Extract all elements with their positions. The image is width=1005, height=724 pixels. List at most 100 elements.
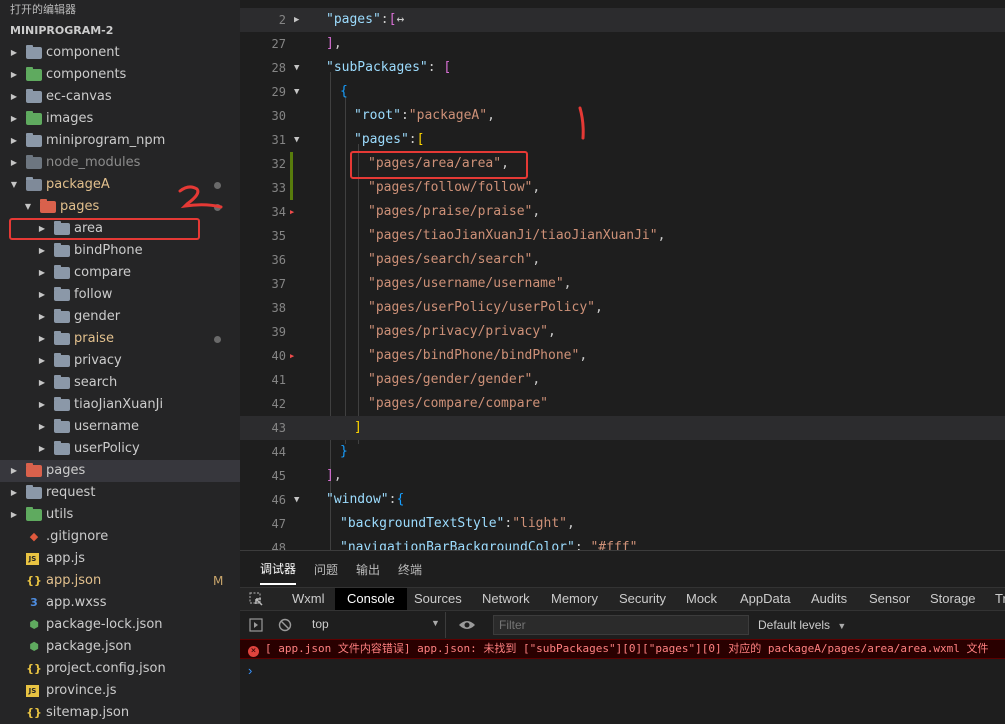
devtab-console[interactable]: Console	[335, 588, 407, 610]
tree-item-app-json[interactable]: {} app.json M	[0, 570, 240, 592]
chevron-right-icon[interactable]: ▶	[8, 482, 20, 504]
devtab-sources[interactable]: Sources	[414, 588, 462, 610]
chevron-right-icon[interactable]: ▶	[8, 152, 20, 174]
code-line[interactable]: 40 ▶ "pages/bindPhone/bindPhone",	[240, 344, 1005, 368]
inspect-icon[interactable]	[249, 592, 264, 607]
devtab-sensor[interactable]: Sensor	[869, 588, 910, 610]
code-line[interactable]: 43]	[240, 416, 1005, 440]
code-line[interactable]: 45],	[240, 464, 1005, 488]
chevron-right-icon[interactable]: ▶	[8, 108, 20, 130]
code-line[interactable]: 48 "navigationBarBackgroundColor": "#fff"	[240, 536, 1005, 550]
tree-item-pages[interactable]: ▶ pages	[0, 460, 240, 482]
tree-item-component[interactable]: ▶ component	[0, 42, 240, 64]
tab-terminal[interactable]: 终端	[398, 561, 422, 578]
console-filter-input[interactable]	[493, 615, 749, 635]
tree-item-compare[interactable]: ▶ compare	[0, 262, 240, 284]
fold-expanded-icon[interactable]: ▼	[294, 488, 299, 512]
chevron-right-icon[interactable]: ▶	[36, 262, 48, 284]
chevron-right-icon[interactable]: ▶	[8, 64, 20, 86]
chevron-right-icon[interactable]: ▶	[36, 394, 48, 416]
chevron-right-icon[interactable]: ▶	[36, 372, 48, 394]
chevron-right-icon[interactable]: ▶	[36, 284, 48, 306]
tree-item-package-json[interactable]: ⬢ package.json	[0, 636, 240, 658]
console-prompt[interactable]: ›	[248, 663, 252, 678]
chevron-right-icon[interactable]: ▶	[8, 130, 20, 152]
tree-item-sitemap-json[interactable]: {} sitemap.json	[0, 702, 240, 724]
tree-item-search[interactable]: ▶ search	[0, 372, 240, 394]
tree-item-request[interactable]: ▶ request	[0, 482, 240, 504]
chevron-right-icon[interactable]: ▶	[8, 86, 20, 108]
tree-item-username[interactable]: ▶ username	[0, 416, 240, 438]
devtab-storage[interactable]: Storage	[930, 588, 976, 610]
code-line[interactable]: 33 "pages/follow/follow",	[240, 176, 1005, 200]
code-line[interactable]: 38 "pages/userPolicy/userPolicy",	[240, 296, 1005, 320]
devtab-network[interactable]: Network	[482, 588, 530, 610]
chevron-down-icon[interactable]: ▼	[22, 196, 34, 218]
code-line[interactable]: 2 ▶ "pages":[↔	[240, 8, 1005, 32]
devtab-mock[interactable]: Mock	[686, 588, 717, 610]
fold-expanded-icon[interactable]: ▼	[294, 80, 299, 104]
fold-collapsed-icon[interactable]: ▶	[294, 8, 299, 32]
code-line[interactable]: 41 "pages/gender/gender",	[240, 368, 1005, 392]
tree-item-praise[interactable]: ▶ praise	[0, 328, 240, 350]
code-line[interactable]: 47 "backgroundTextStyle":"light",	[240, 512, 1005, 536]
fold-expanded-icon[interactable]: ▼	[294, 128, 299, 152]
tree-item-tiaojianxuanji[interactable]: ▶ tiaoJianXuanJi	[0, 394, 240, 416]
tree-item-userpolicy[interactable]: ▶ userPolicy	[0, 438, 240, 460]
tree-item--gitignore[interactable]: ◆ .gitignore	[0, 526, 240, 548]
tree-item-app-wxss[interactable]: 3 app.wxss	[0, 592, 240, 614]
chevron-right-icon[interactable]: ▶	[8, 460, 20, 482]
tree-item-province-js[interactable]: JS province.js	[0, 680, 240, 702]
tree-item-privacy[interactable]: ▶ privacy	[0, 350, 240, 372]
eye-icon[interactable]	[458, 619, 476, 631]
chevron-right-icon[interactable]: ▶	[36, 350, 48, 372]
open-editors-header[interactable]: 打开的编辑器	[0, 0, 240, 20]
code-line[interactable]: 39 "pages/privacy/privacy",	[240, 320, 1005, 344]
chevron-right-icon[interactable]: ▶	[8, 504, 20, 526]
chevron-right-icon[interactable]: ▶	[36, 416, 48, 438]
project-header[interactable]: MINIPROGRAM-2	[0, 20, 240, 42]
devtab-security[interactable]: Security	[619, 588, 666, 610]
chevron-right-icon[interactable]: ▶	[36, 438, 48, 460]
code-line[interactable]: 27],	[240, 32, 1005, 56]
tree-item-bindphone[interactable]: ▶ bindPhone	[0, 240, 240, 262]
clear-console-icon[interactable]	[278, 618, 292, 632]
tree-item-package-lock-json[interactable]: ⬢ package-lock.json	[0, 614, 240, 636]
console-error-message[interactable]: × [ app.json 文件内容错误] app.json: 未找到 ["subP…	[240, 639, 1005, 659]
code-line[interactable]: 44}	[240, 440, 1005, 464]
tree-item-utils[interactable]: ▶ utils	[0, 504, 240, 526]
tree-item-components[interactable]: ▶ components	[0, 64, 240, 86]
code-line[interactable]: 29 ▼ {	[240, 80, 1005, 104]
tab-debugger[interactable]: 调试器	[260, 560, 297, 585]
code-editor[interactable]: 2 ▶ "pages":[↔ 27], 28 ▼ "subPackages": [29 ▼{ 3…	[240, 0, 1005, 550]
tree-item-gender[interactable]: ▶ gender	[0, 306, 240, 328]
devtab-trace[interactable]: Tr	[995, 588, 1005, 610]
chevron-right-icon[interactable]: ▶	[36, 240, 48, 262]
code-line[interactable]: 46 ▼ "window":{	[240, 488, 1005, 512]
tree-item-app-js[interactable]: JS app.js	[0, 548, 240, 570]
context-select[interactable]: top ▼	[304, 612, 446, 638]
chevron-right-icon[interactable]: ▶	[8, 42, 20, 64]
devtab-wxml[interactable]: Wxml	[292, 588, 325, 610]
tree-item-ec-canvas[interactable]: ▶ ec-canvas	[0, 86, 240, 108]
devtab-memory[interactable]: Memory	[551, 588, 598, 610]
devtab-audits[interactable]: Audits	[811, 588, 847, 610]
log-levels-select[interactable]: Default levels ▼	[758, 612, 846, 638]
tree-item-project-config-json[interactable]: {} project.config.json	[0, 658, 240, 680]
code-line[interactable]: 42 "pages/compare/compare"	[240, 392, 1005, 416]
code-line[interactable]: 36 "pages/search/search",	[240, 248, 1005, 272]
tree-item-follow[interactable]: ▶ follow	[0, 284, 240, 306]
sidebar-toggle-icon[interactable]	[249, 618, 263, 632]
chevron-right-icon[interactable]: ▶	[36, 306, 48, 328]
tree-item-images[interactable]: ▶ images	[0, 108, 240, 130]
tree-item-miniprogram-npm[interactable]: ▶ miniprogram_npm	[0, 130, 240, 152]
code-line[interactable]: 28 ▼ "subPackages": [	[240, 56, 1005, 80]
code-line[interactable]: 31 ▼ "pages":[	[240, 128, 1005, 152]
code-line[interactable]: 34 ▶ "pages/praise/praise",	[240, 200, 1005, 224]
code-line[interactable]: 35 "pages/tiaoJianXuanJi/tiaoJianXuanJi",	[240, 224, 1005, 248]
devtab-appdata[interactable]: AppData	[740, 588, 791, 610]
tree-item-node-modules[interactable]: ▶ node_modules	[0, 152, 240, 174]
chevron-right-icon[interactable]: ▶	[36, 328, 48, 350]
tab-output[interactable]: 输出	[356, 561, 380, 578]
fold-expanded-icon[interactable]: ▼	[294, 56, 299, 80]
